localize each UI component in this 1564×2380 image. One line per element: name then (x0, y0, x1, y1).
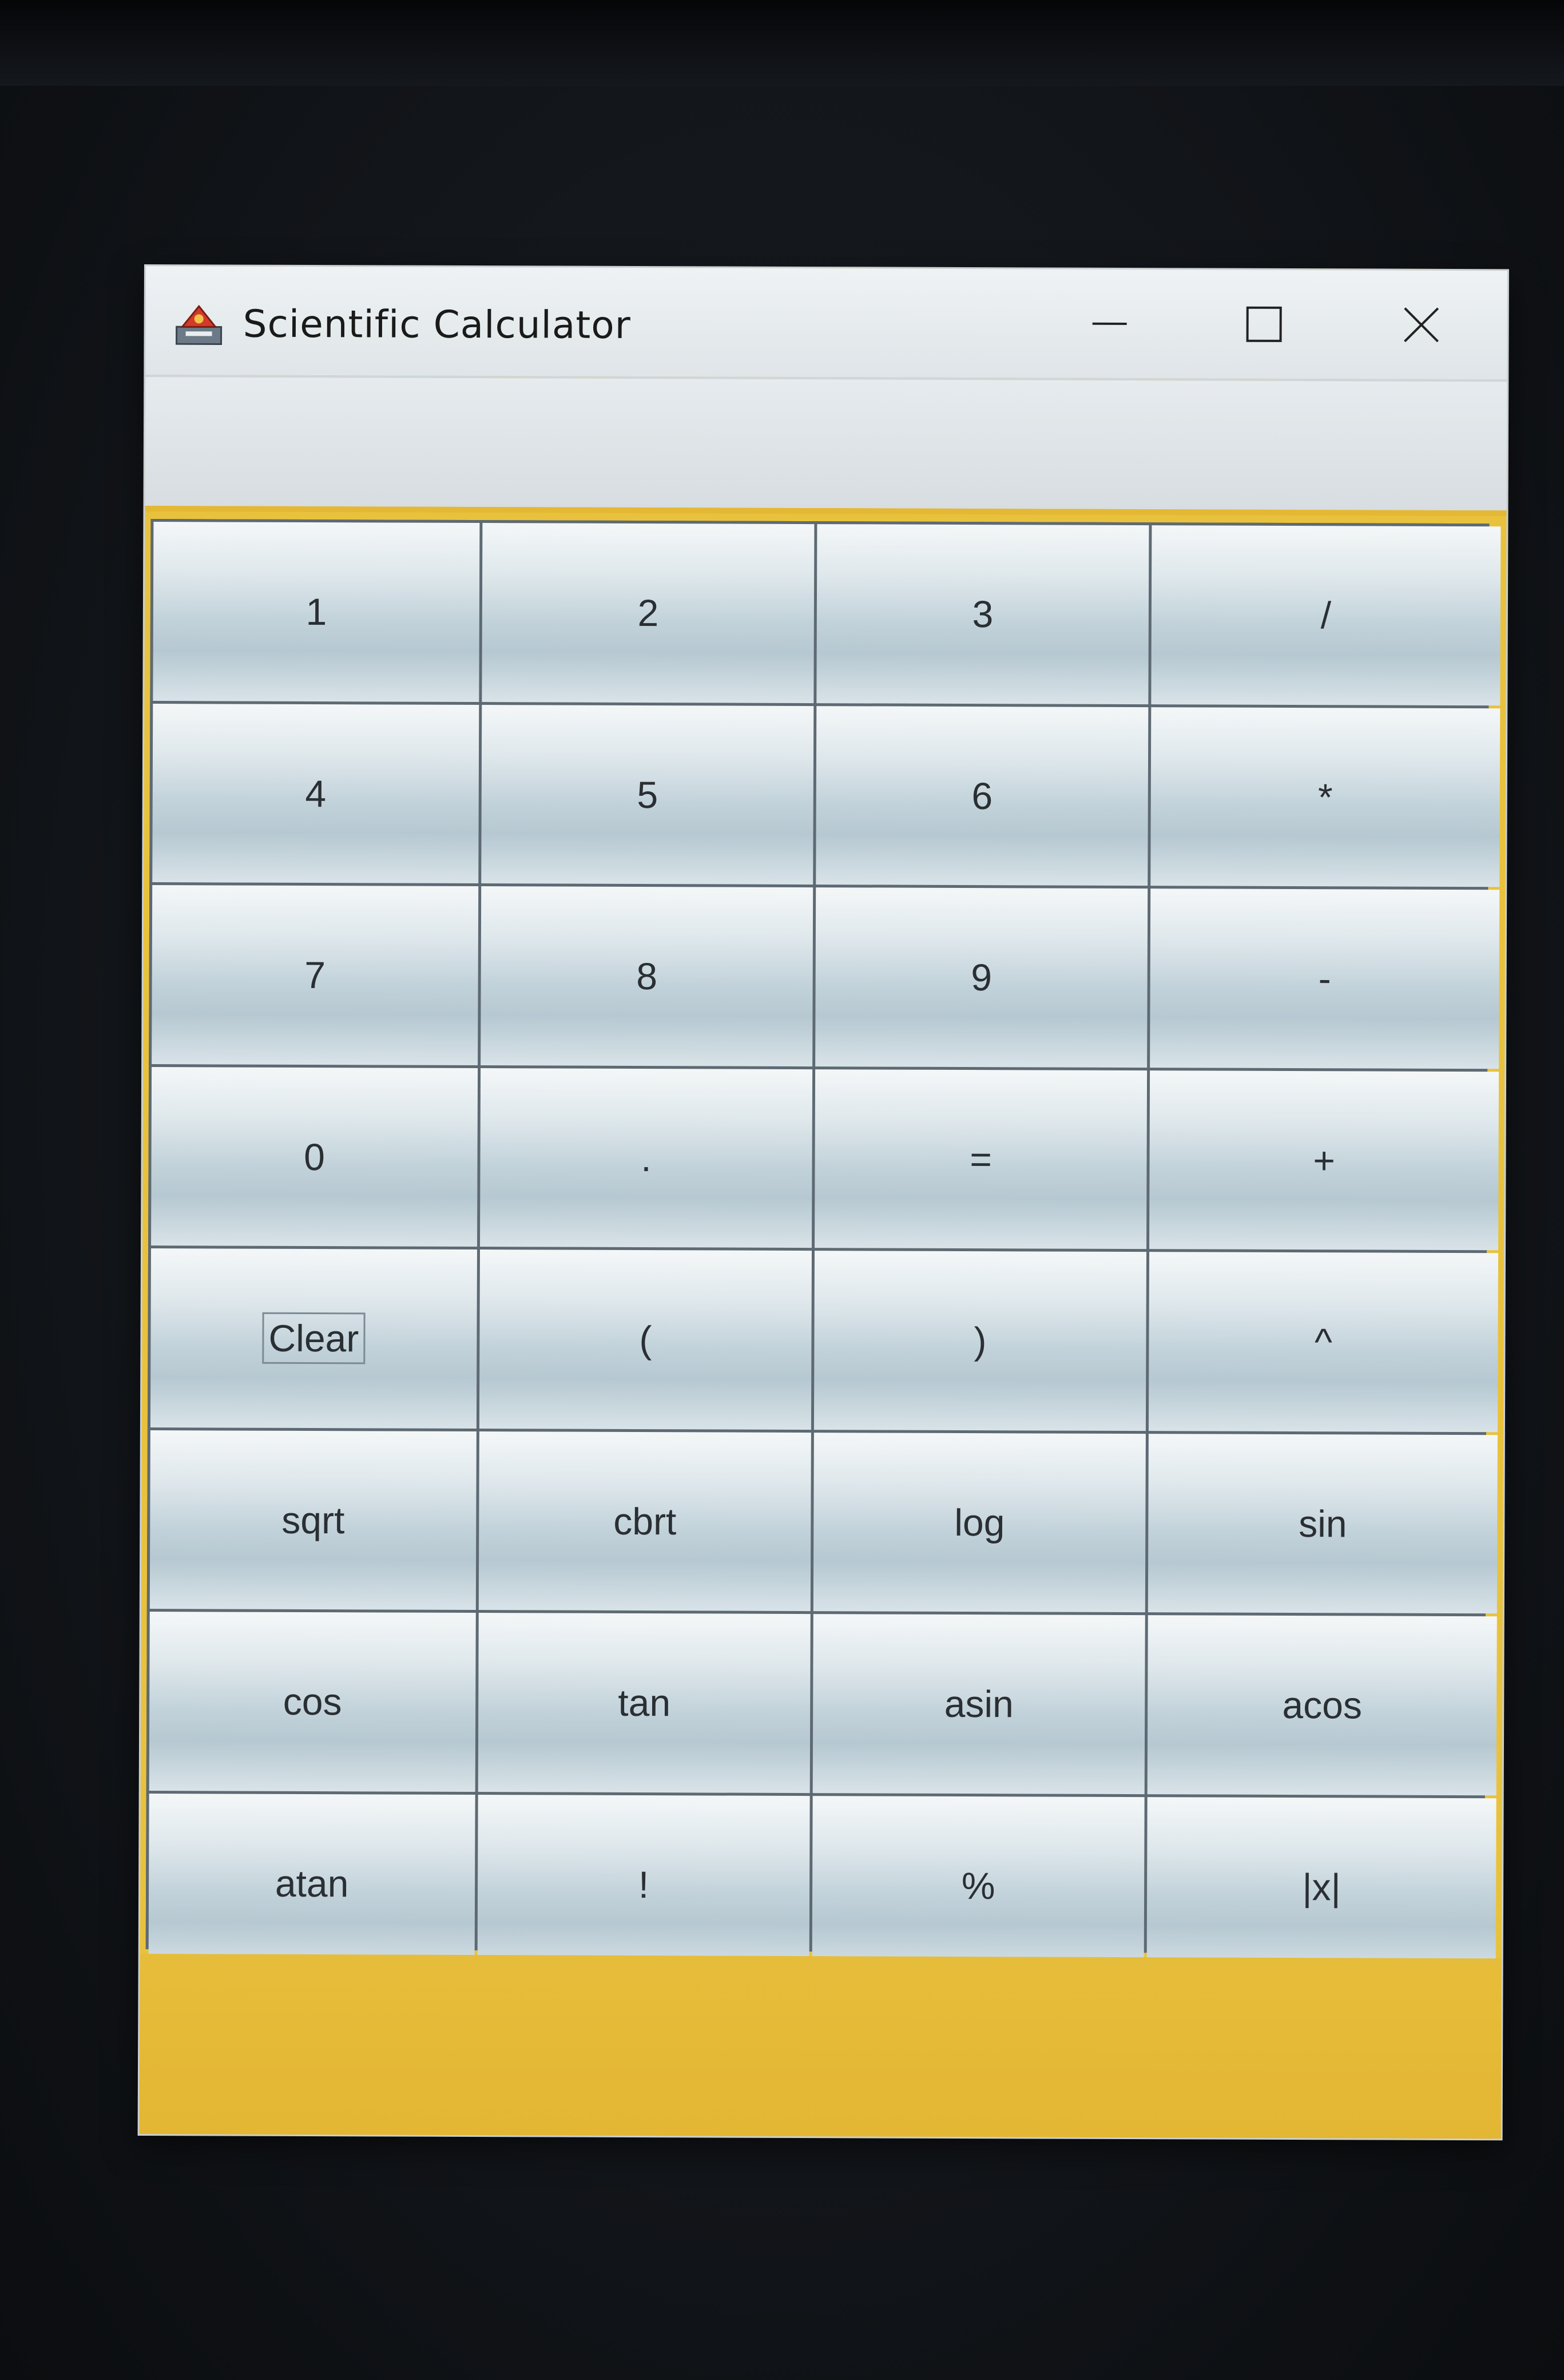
calc-button-label: - (1318, 957, 1331, 1000)
calc-button-7[interactable]: 7 (152, 885, 479, 1065)
calc-button-label: log (954, 1501, 1005, 1544)
calc-button-label: 1 (305, 590, 327, 633)
calc-button-label: ^ (1314, 1320, 1333, 1363)
window-bottom-panel (139, 1953, 1502, 2139)
calc-button-5[interactable]: 5 (481, 704, 814, 885)
calc-button-label: * (1317, 775, 1333, 818)
calc-button-label: % (961, 1864, 995, 1907)
calc-button-label: . (641, 1136, 652, 1179)
calc-button-multiply[interactable]: * (1150, 707, 1501, 887)
calc-button-label: 2 (637, 592, 659, 634)
calc-button-cbrt[interactable]: cbrt (478, 1431, 811, 1612)
close-button[interactable] (1378, 293, 1464, 357)
calc-button-label: 8 (636, 955, 658, 998)
calc-button-label: = (970, 1137, 992, 1180)
calc-button-label: 3 (972, 593, 994, 636)
calc-button-plus[interactable]: + (1149, 1070, 1499, 1251)
calc-button-6[interactable]: 6 (816, 705, 1149, 886)
calculator-display[interactable] (145, 376, 1507, 517)
calc-button-label: 4 (305, 772, 327, 815)
calc-button-factorial[interactable]: ! (477, 1794, 810, 1975)
calc-button-label: ) (974, 1319, 987, 1362)
calc-button-minus[interactable]: - (1150, 888, 1500, 1069)
calc-button-label: / (1320, 594, 1332, 637)
minimize-icon (1092, 322, 1127, 325)
calc-button-sqrt[interactable]: sqrt (149, 1430, 477, 1611)
calc-button-label: 5 (637, 773, 658, 816)
calc-button-log[interactable]: log (813, 1432, 1146, 1613)
calc-button-label: |x| (1302, 1865, 1341, 1909)
monitor-bezel (0, 0, 1564, 86)
calc-button-label: cos (283, 1680, 342, 1723)
calc-button-label: acos (1282, 1684, 1363, 1727)
calc-button-equals[interactable]: = (815, 1069, 1148, 1250)
calc-button-percent[interactable]: % (812, 1795, 1145, 1976)
calc-button-label: 6 (971, 774, 993, 817)
calc-button-label: + (1313, 1139, 1335, 1182)
calc-button-9[interactable]: 9 (815, 887, 1148, 1068)
calc-button-asin[interactable]: asin (812, 1614, 1145, 1794)
calc-button-sin[interactable]: sin (1148, 1433, 1498, 1614)
calc-button-0[interactable]: 0 (151, 1066, 478, 1247)
calc-button-label: asin (944, 1683, 1014, 1726)
minimize-button[interactable] (1066, 292, 1152, 356)
maximize-button[interactable] (1221, 293, 1307, 356)
calc-button-tan[interactable]: tan (478, 1613, 811, 1793)
calc-button-divide[interactable]: / (1151, 525, 1501, 705)
calc-button-cos[interactable]: cos (149, 1612, 476, 1792)
calc-button-3[interactable]: 3 (816, 524, 1149, 704)
close-icon (1404, 307, 1439, 343)
button-grid: 1 2 3 / 4 5 6 * 7 8 9 - 0. = + Clear () ^ sqrt cbrt log sin co… (145, 519, 1501, 1977)
calc-button-abs[interactable]: |x| (1146, 1796, 1496, 1977)
calc-button-decimal[interactable]: . (480, 1068, 813, 1248)
calc-button-label: cbrt (613, 1500, 677, 1543)
calc-button-1[interactable]: 1 (153, 522, 480, 702)
title-bar[interactable]: Scientific Calculator (145, 266, 1507, 382)
calc-button-label: ( (639, 1318, 652, 1361)
calc-button-label: ! (638, 1863, 649, 1906)
calc-button-close-paren[interactable]: ) (813, 1251, 1146, 1431)
calc-button-2[interactable]: 2 (482, 523, 815, 703)
calc-button-label: atan (275, 1862, 349, 1905)
calc-button-open-paren[interactable]: ( (479, 1250, 812, 1430)
calc-button-label: 7 (304, 954, 326, 997)
maximize-icon (1246, 306, 1282, 342)
calc-button-clear[interactable]: Clear (150, 1248, 478, 1429)
calc-button-label: 0 (304, 1135, 325, 1178)
java-app-icon (176, 304, 223, 345)
calculator-window: Scientific Calculator 1 2 3 / 4 5 6 * 7 8 9 - 0. = + Cl… (139, 266, 1507, 2139)
calc-button-label: tan (618, 1681, 671, 1724)
calc-button-4[interactable]: 4 (152, 703, 479, 884)
calc-button-acos[interactable]: acos (1147, 1615, 1497, 1795)
calc-button-atan[interactable]: atan (148, 1793, 475, 1974)
calc-button-label: 9 (971, 956, 993, 999)
calc-button-label: Clear (262, 1312, 366, 1364)
calc-button-label: sin (1299, 1502, 1347, 1545)
calc-button-label: sqrt (281, 1498, 345, 1541)
calc-button-8[interactable]: 8 (481, 886, 813, 1066)
calc-button-power[interactable]: ^ (1148, 1252, 1498, 1432)
window-title: Scientific Calculator (243, 302, 631, 347)
